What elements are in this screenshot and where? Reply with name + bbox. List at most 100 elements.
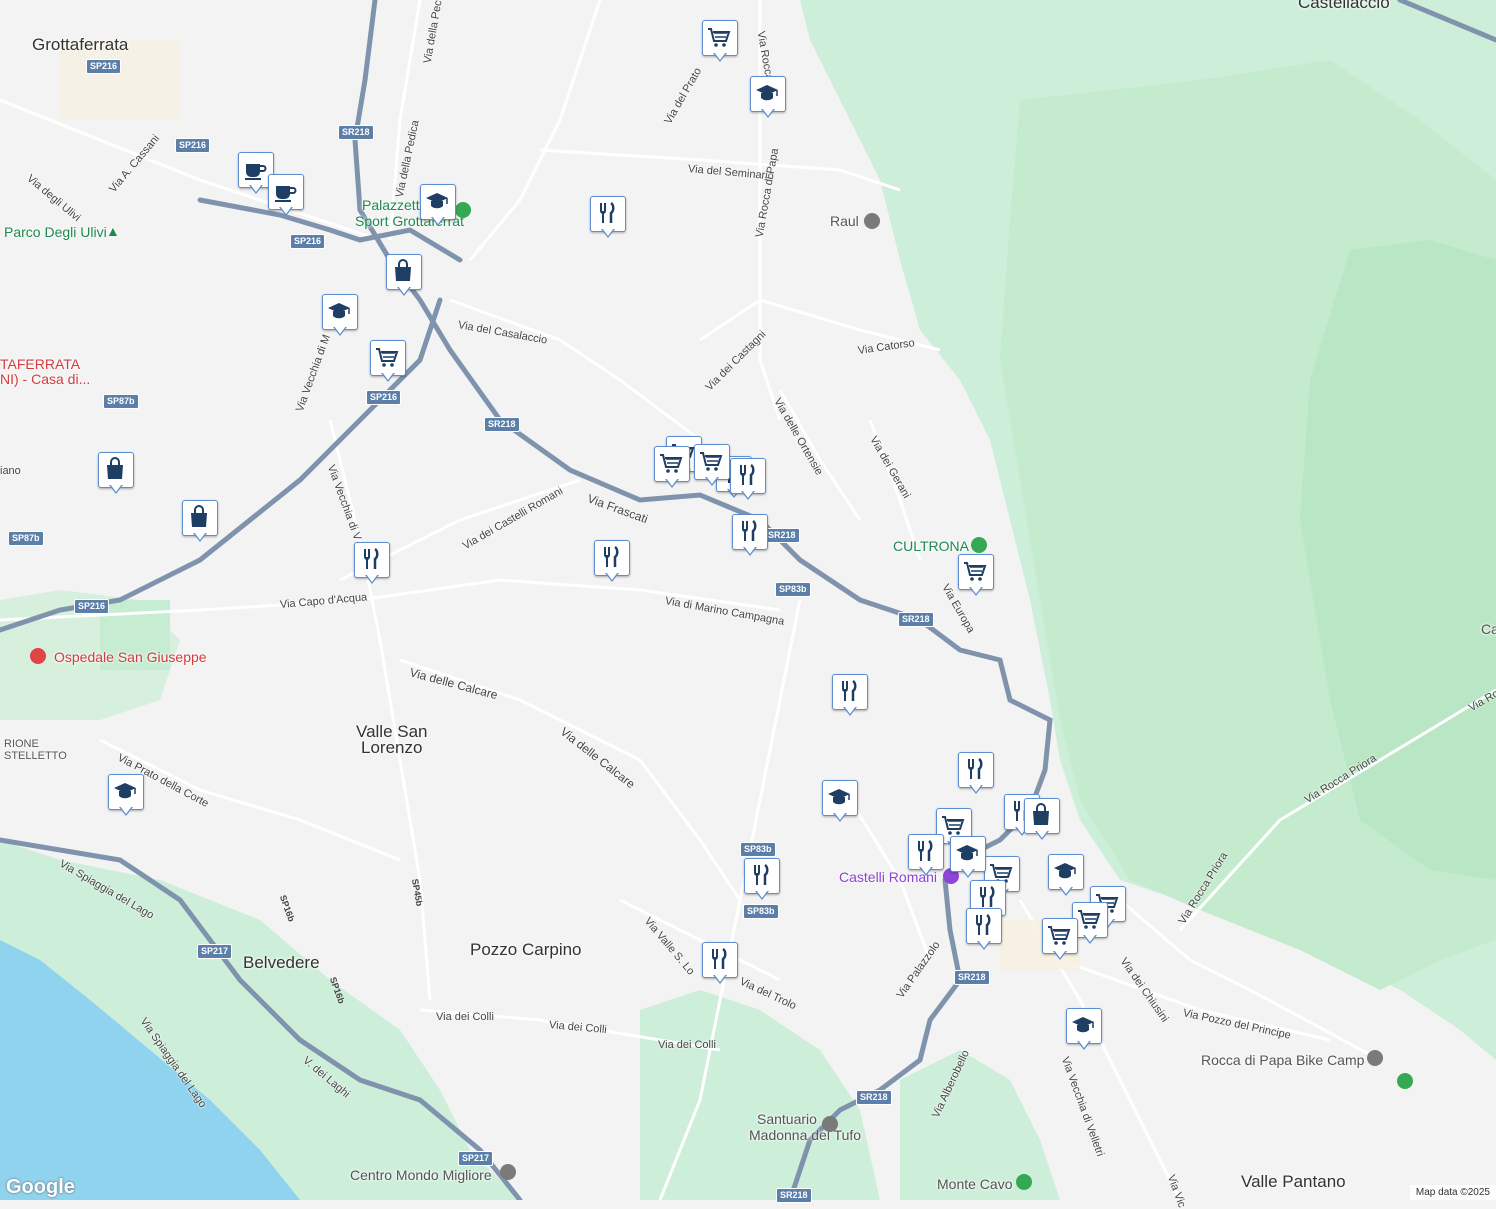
- route-shield: SP216: [366, 390, 402, 405]
- map-marker[interactable]: [1024, 798, 1060, 842]
- poi-palazzetto[interactable]: Palazzetto: [362, 198, 427, 212]
- shopping-bag-icon: [1033, 803, 1049, 825]
- road-label: Via dei Colli: [436, 1011, 494, 1023]
- map-marker[interactable]: [370, 340, 406, 384]
- hospital-icon[interactable]: [30, 648, 46, 664]
- place-valle-pantano: Valle Pantano: [1241, 1172, 1346, 1191]
- map-marker[interactable]: [386, 254, 422, 298]
- map-marker[interactable]: [654, 446, 690, 490]
- place-castellaccio: Castellaccio: [1298, 0, 1390, 12]
- cart-icon: [708, 28, 731, 47]
- cart-icon: [376, 348, 399, 367]
- restaurant-icon: [842, 679, 857, 701]
- route-shield: SP216: [86, 59, 122, 74]
- forest-area: [640, 990, 880, 1200]
- school-pin-icon[interactable]: [1367, 1050, 1383, 1066]
- route-shield: SP217: [458, 1151, 494, 1166]
- map-marker[interactable]: [732, 514, 768, 558]
- poi-santuario-2[interactable]: Madonna del Tufo: [749, 1128, 861, 1142]
- route-shield: SR218: [764, 528, 800, 543]
- school-icon: [114, 783, 136, 799]
- poi-taferrata-2: NI) - Casa di...: [0, 371, 91, 387]
- park-pin-icon[interactable]: [455, 202, 471, 218]
- poi-santuario[interactable]: Santuario: [757, 1112, 817, 1126]
- shopping-bag-icon: [395, 259, 411, 281]
- church-icon[interactable]: [822, 1116, 838, 1132]
- route-shield: SP217: [197, 944, 233, 959]
- map-marker[interactable]: [1048, 854, 1084, 898]
- map-marker[interactable]: [958, 554, 994, 598]
- map-marker[interactable]: [702, 20, 738, 64]
- cart-icon: [700, 452, 723, 471]
- map-marker[interactable]: [108, 774, 144, 818]
- map-marker[interactable]: [1042, 918, 1078, 962]
- map-marker[interactable]: [420, 184, 456, 228]
- route-shield: SP83b: [775, 582, 811, 597]
- route-shield: SP216: [175, 138, 211, 153]
- map-attribution[interactable]: Map data ©2025: [1409, 1185, 1496, 1200]
- route-shield: SR218: [484, 417, 520, 432]
- route-shield: SR218: [776, 1188, 812, 1203]
- restaurant-icon: [740, 463, 755, 485]
- map-marker[interactable]: [322, 294, 358, 338]
- route-shield: SP83b: [740, 842, 776, 857]
- map-marker[interactable]: [730, 458, 766, 502]
- map-marker[interactable]: [822, 780, 858, 824]
- cart-icon: [1048, 926, 1071, 945]
- map-marker[interactable]: [750, 76, 786, 120]
- route-shield: SP87b: [8, 531, 44, 546]
- map-marker[interactable]: [966, 908, 1002, 952]
- poi-ca: Ca: [1481, 621, 1496, 637]
- route-shield: SP87b: [103, 394, 139, 409]
- park-pin-icon[interactable]: [1397, 1073, 1413, 1089]
- map-marker[interactable]: [832, 674, 868, 718]
- school-icon: [956, 845, 978, 861]
- poi-parco-ulivi[interactable]: Parco Degli Ulivi: [4, 225, 107, 239]
- school-icon: [1054, 863, 1076, 879]
- place-grottaferrata: Grottaferrata: [32, 35, 129, 54]
- poi-rocca-bike-camp[interactable]: Rocca di Papa Bike Camp: [1201, 1053, 1364, 1067]
- museum-icon[interactable]: [500, 1164, 516, 1180]
- map-marker[interactable]: [590, 196, 626, 240]
- poi-taferrata: TAFERRATA: [0, 356, 81, 372]
- map-marker[interactable]: [182, 500, 218, 544]
- poi-centro-mondo[interactable]: Centro Mondo Migliore: [350, 1168, 492, 1182]
- poi-ospedale[interactable]: Ospedale San Giuseppe: [54, 650, 207, 664]
- school-icon: [1072, 1017, 1094, 1033]
- restaurant-icon: [364, 547, 379, 569]
- restaurant-icon: [754, 863, 769, 885]
- road-label: Via dei Colli: [658, 1039, 716, 1051]
- map-marker[interactable]: [950, 836, 986, 880]
- map-marker[interactable]: [268, 174, 304, 218]
- map-marker[interactable]: [594, 540, 630, 584]
- school-pin-icon[interactable]: [864, 213, 880, 229]
- map-marker[interactable]: [702, 942, 738, 986]
- route-shield: SP83b: [743, 904, 779, 919]
- mountain-icon[interactable]: [1016, 1174, 1032, 1190]
- restaurant-icon: [742, 519, 757, 541]
- map-marker[interactable]: [958, 752, 994, 796]
- cart-icon: [964, 562, 987, 581]
- route-shield: SR218: [898, 612, 934, 627]
- road-label: iano: [0, 465, 21, 477]
- school-icon: [756, 85, 778, 101]
- poi-monte-cavo[interactable]: Monte Cavo: [937, 1177, 1012, 1191]
- restaurant-icon: [604, 545, 619, 567]
- restaurant-icon: [980, 885, 995, 907]
- restaurant-icon: [976, 913, 991, 935]
- map-marker[interactable]: [694, 444, 730, 488]
- map-marker[interactable]: [908, 834, 944, 878]
- map-marker[interactable]: [1066, 1008, 1102, 1052]
- map-marker[interactable]: [744, 858, 780, 902]
- park-pin-icon[interactable]: [971, 537, 987, 553]
- place-rione-2: STELLETTO: [4, 750, 67, 762]
- poi-cultrona[interactable]: CULTRONA: [893, 539, 969, 553]
- map-marker[interactable]: [98, 452, 134, 496]
- route-shield: SR218: [954, 970, 990, 985]
- google-logo: Google: [6, 1176, 75, 1198]
- place-valle-san-lorenzo-2: Lorenzo: [361, 738, 423, 757]
- route-shield: SP216: [290, 234, 326, 249]
- restaurant-icon: [600, 201, 615, 223]
- map-marker[interactable]: [354, 542, 390, 586]
- poi-raul[interactable]: Raul: [830, 214, 859, 228]
